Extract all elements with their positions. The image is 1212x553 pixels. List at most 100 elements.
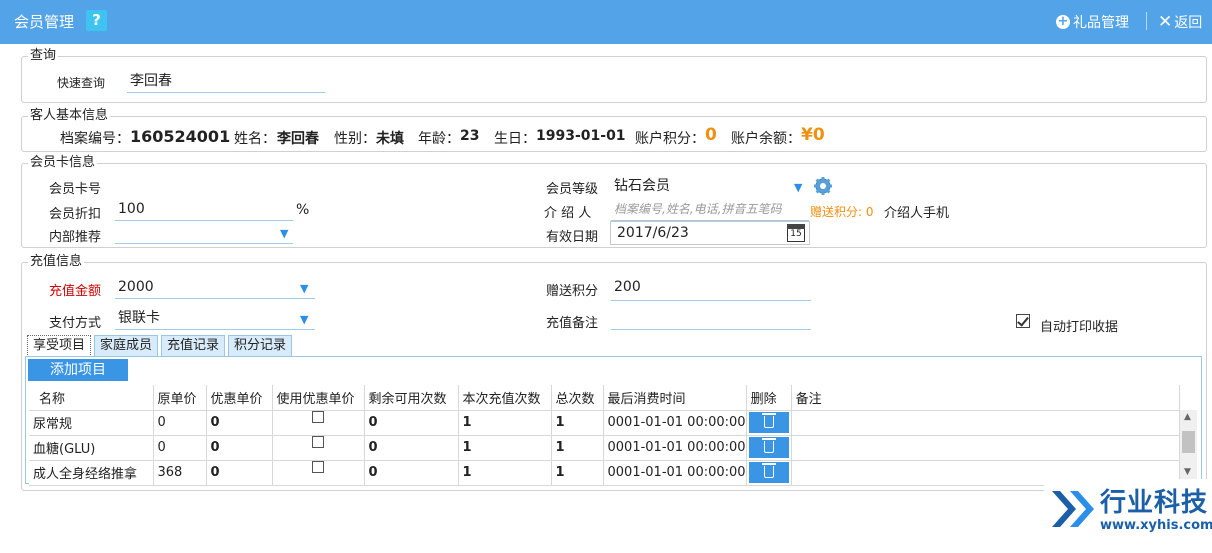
chevron-down-icon[interactable]: ▼ — [300, 282, 308, 295]
table-scrollbar[interactable]: ▲ ▼ — [1180, 410, 1197, 481]
discount-input[interactable]: 100 — [115, 199, 293, 221]
gear-icon[interactable] — [813, 176, 833, 196]
gift-points-input[interactable]: 200 — [611, 277, 811, 301]
referral-label: 内部推荐 — [49, 230, 102, 245]
scroll-up-icon[interactable]: ▲ — [1184, 412, 1191, 422]
age-label: 年龄： — [418, 131, 460, 147]
scroll-down-icon[interactable]: ▼ — [1184, 467, 1191, 477]
level-select[interactable]: 钻石会员 — [611, 176, 809, 198]
col-name-header[interactable]: 名称 — [29, 385, 154, 411]
balance-label: 账户余额： — [731, 131, 801, 147]
points-value: 0 — [705, 125, 717, 145]
birthday-label: 生日： — [494, 131, 536, 147]
item-remaining: 0 — [364, 460, 459, 486]
item-this-times[interactable]: 1 — [458, 410, 552, 436]
quick-search-label: 快速查询 — [57, 76, 106, 90]
member-card-legend: 会员卡信息 — [28, 155, 98, 171]
item-remark[interactable] — [791, 435, 1180, 461]
auto-print-label: 自动打印收据 — [1040, 320, 1119, 335]
logo-name: 行业科技 — [1100, 488, 1209, 518]
item-price: 368 — [153, 460, 207, 486]
item-total: 1 — [551, 410, 604, 436]
logo-url: www.xyhis.com — [1100, 518, 1212, 533]
level-label: 会员等级 — [546, 182, 599, 197]
table-row[interactable]: 尿常规 0 0 0 1 1 0001-01-01 00:00:00 — [29, 410, 1180, 436]
back-button[interactable]: ✕ 返回 — [1158, 12, 1202, 32]
col-discount-price-header[interactable]: 优惠单价 — [206, 385, 273, 411]
item-discount-price[interactable]: 0 — [206, 435, 273, 461]
introducer-input[interactable]: 档案编号,姓名,电话,拼音五笔码 — [611, 199, 809, 221]
item-this-times[interactable]: 1 — [458, 460, 552, 486]
chevron-down-icon[interactable]: ▼ — [300, 313, 308, 326]
item-total: 1 — [551, 460, 604, 486]
add-item-button[interactable]: 添加项目 — [28, 359, 128, 381]
col-delete-header[interactable]: 删除 — [746, 385, 792, 411]
logo-mark-icon — [1052, 491, 1094, 527]
use-discount-checkbox[interactable] — [312, 410, 324, 423]
record-tabs: 享受项目 家庭成员 充值记录 积分记录 — [27, 335, 295, 357]
balance-value: ¥0 — [801, 125, 825, 145]
item-use-discount — [272, 410, 365, 436]
chevron-down-icon[interactable]: ▼ — [280, 227, 288, 240]
item-remaining: 0 — [364, 410, 459, 436]
trash-icon — [761, 463, 776, 478]
valid-date-value: 2017/6/23 — [617, 225, 689, 241]
item-name: 血糖(GLU) — [29, 435, 154, 461]
chevron-down-icon[interactable]: ▼ — [794, 181, 802, 194]
item-discount-price[interactable]: 0 — [206, 460, 273, 486]
item-remaining: 0 — [364, 435, 459, 461]
title-bar: 会员管理 ? + 礼品管理 ✕ 返回 — [0, 0, 1212, 44]
delete-button[interactable] — [748, 412, 789, 433]
col-use-discount-header[interactable]: 使用优惠单价 — [272, 385, 365, 411]
gift-points-label: 赠送积分 — [546, 284, 599, 299]
trash-icon — [761, 413, 776, 428]
company-logo: 行业科技 www.xyhis.com — [1044, 479, 1212, 553]
item-this-times[interactable]: 1 — [458, 435, 552, 461]
referral-select[interactable] — [115, 222, 293, 244]
calendar-icon[interactable]: 15 — [787, 224, 805, 242]
col-price-header[interactable]: 原单价 — [153, 385, 207, 411]
tab-recharge-records[interactable]: 充值记录 — [161, 335, 226, 357]
gender-value: 未填 — [376, 131, 404, 147]
item-delete-cell — [746, 410, 792, 436]
introducer-phone-label: 介绍人手机 — [884, 206, 950, 221]
table-row[interactable]: 成人全身经络推拿 368 0 0 1 1 0001-01-01 00:00:00 — [29, 460, 1180, 486]
delete-button[interactable] — [748, 462, 789, 483]
close-icon: ✕ — [1158, 12, 1173, 32]
col-last-time-header[interactable]: 最后消费时间 — [603, 385, 747, 411]
col-remaining-header[interactable]: 剩余可用次数 — [364, 385, 459, 411]
discount-unit: % — [296, 202, 310, 218]
item-use-discount — [272, 435, 365, 461]
amount-select[interactable]: 2000 — [115, 277, 315, 299]
item-price: 0 — [153, 410, 207, 436]
guest-info-legend: 客人基本信息 — [28, 108, 111, 124]
valid-date-input[interactable]: 2017/6/23 15 — [610, 221, 810, 245]
item-use-discount — [272, 460, 365, 486]
recharge-legend: 充值信息 — [28, 254, 85, 270]
item-remark[interactable] — [791, 410, 1180, 436]
item-delete-cell — [746, 460, 792, 486]
use-discount-checkbox[interactable] — [312, 435, 324, 448]
auto-print-checkbox[interactable] — [1016, 314, 1030, 328]
help-button[interactable]: ? — [86, 10, 107, 31]
recharge-remark-input[interactable] — [611, 308, 811, 330]
gift-management-button[interactable]: + 礼品管理 — [1056, 12, 1129, 32]
use-discount-checkbox[interactable] — [312, 460, 324, 473]
item-discount-price[interactable]: 0 — [206, 410, 273, 436]
col-remark-header[interactable]: 备注 — [791, 385, 1180, 411]
quick-search-input[interactable]: 李回春 — [127, 71, 325, 93]
col-total-header[interactable]: 总次数 — [551, 385, 604, 411]
scroll-thumb[interactable] — [1182, 431, 1195, 453]
introducer-label: 介 绍 人 — [544, 206, 592, 221]
birthday-value: 1993-01-01 — [536, 128, 626, 144]
col-this-times-header[interactable]: 本次充值次数 — [458, 385, 552, 411]
tab-family-members[interactable]: 家庭成员 — [94, 335, 159, 357]
age-value: 23 — [460, 128, 480, 144]
tab-enjoy-items[interactable]: 享受项目 — [27, 335, 92, 357]
query-legend: 查询 — [28, 48, 59, 64]
delete-button[interactable] — [748, 437, 789, 458]
pay-method-select[interactable]: 银联卡 — [115, 308, 315, 330]
item-total: 1 — [551, 435, 604, 461]
table-row[interactable]: 血糖(GLU) 0 0 0 1 1 0001-01-01 00:00:00 — [29, 435, 1180, 461]
tab-points-records[interactable]: 积分记录 — [228, 335, 293, 357]
